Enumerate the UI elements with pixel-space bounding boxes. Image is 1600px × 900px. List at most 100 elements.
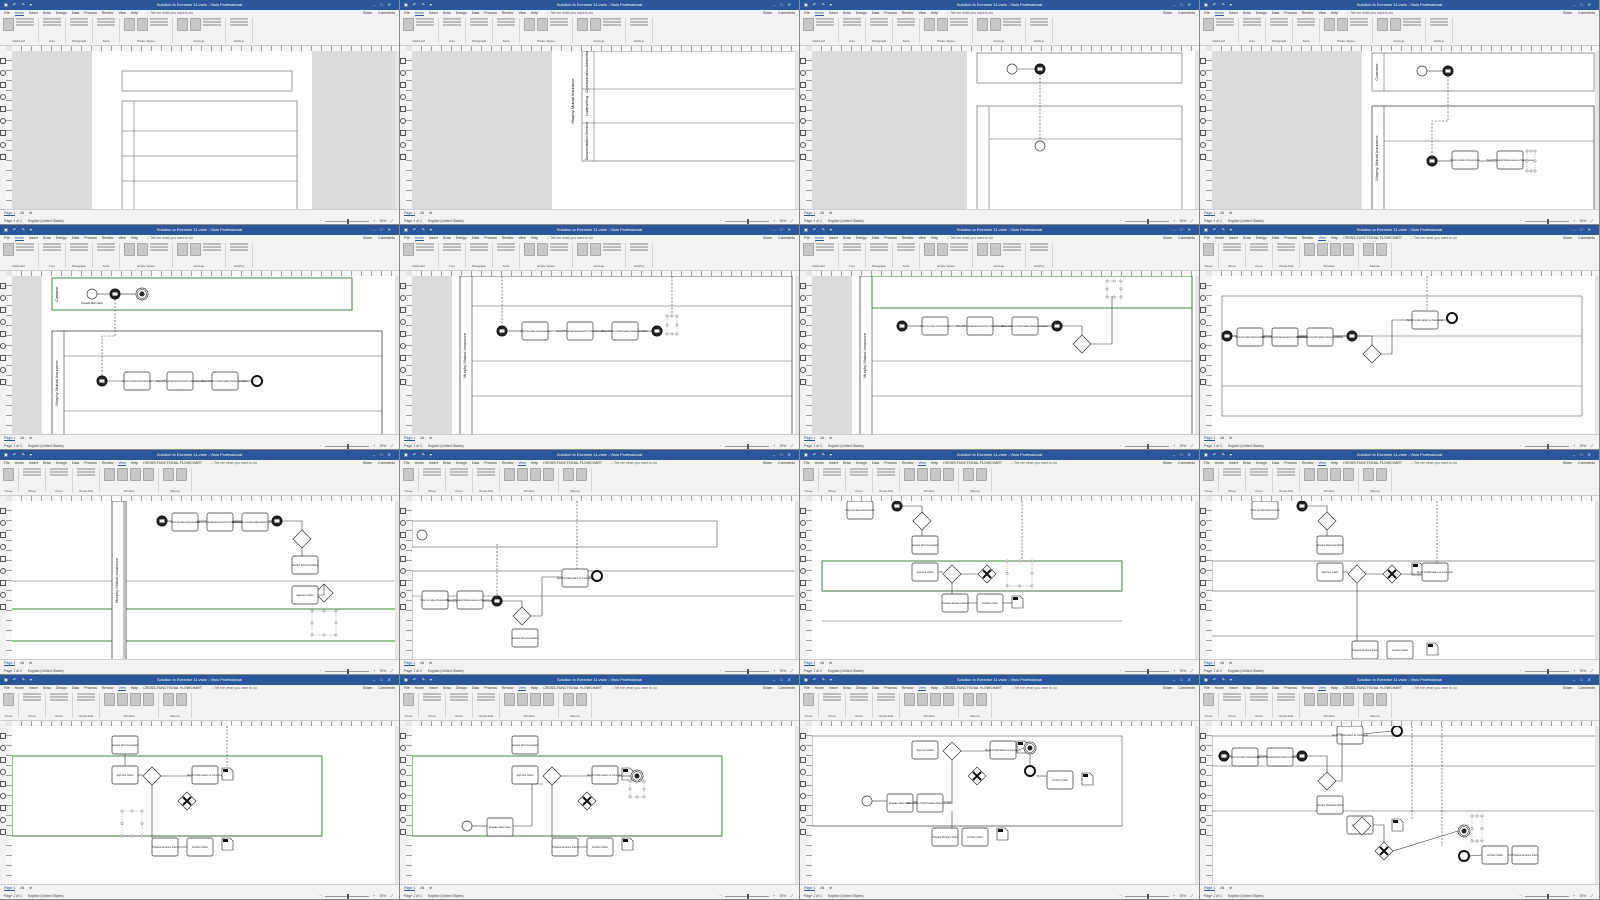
ribbon-small-button[interactable] [203, 246, 221, 248]
window-controls[interactable]: –□✕ [373, 450, 396, 460]
comments-button[interactable]: Comments [1578, 460, 1595, 466]
share-button[interactable]: Share [763, 460, 772, 466]
ribbon-tab-data[interactable]: Data [872, 235, 879, 241]
ribbon-small-button[interactable] [50, 699, 68, 701]
page-tab[interactable]: Page-1 [1204, 886, 1216, 891]
bpmn-diagram[interactable] [812, 51, 1195, 210]
start-event[interactable] [416, 529, 428, 541]
ribbon-tab-design[interactable]: Design [456, 685, 467, 691]
ribbon-button[interactable] [943, 468, 954, 481]
zoom-slider[interactable] [1525, 218, 1570, 224]
ribbon-tab-draw[interactable]: Draw [43, 460, 51, 466]
page-tab[interactable]: Page-1 [1204, 436, 1216, 441]
ribbon-button[interactable] [190, 243, 201, 256]
ribbon-button[interactable] [3, 468, 14, 481]
ribbon-small-button[interactable] [850, 474, 868, 476]
ribbon-button[interactable] [924, 18, 935, 31]
ribbon-tab-draw[interactable]: Draw [443, 685, 451, 691]
ribbon-button[interactable] [1330, 693, 1341, 706]
ribbon-button[interactable] [977, 243, 988, 256]
zoom-slider[interactable] [1525, 443, 1570, 449]
start-event[interactable] [1416, 65, 1428, 77]
tell-me-search[interactable]: ⌕ Tell me what you want to do [147, 235, 193, 241]
tell-me-search[interactable]: ⌕ Tell me what you want to do [211, 685, 257, 691]
comments-button[interactable]: Comments [778, 235, 795, 241]
ribbon-button[interactable] [904, 468, 915, 481]
ribbon-small-button[interactable] [450, 471, 468, 473]
ribbon-tab-review[interactable]: Review [902, 460, 913, 466]
ribbon-tab-design[interactable]: Design [56, 10, 67, 16]
ribbon-tab-design[interactable]: Design [56, 685, 67, 691]
ribbon-button[interactable] [590, 18, 601, 31]
all-pages-tab[interactable]: All [420, 661, 424, 666]
ribbon-tab-insert[interactable]: Insert [29, 460, 38, 466]
ribbon-small-button[interactable] [1003, 21, 1021, 23]
ribbon-button[interactable] [124, 243, 135, 256]
ribbon-button[interactable] [124, 18, 135, 31]
add-page-button[interactable]: ⊕ [829, 211, 832, 216]
ribbon-small-button[interactable] [1277, 468, 1295, 470]
drawing-canvas[interactable]: Scan & Index Documents Send Physical Docu… [1212, 726, 1595, 885]
ribbon-button[interactable] [977, 18, 988, 31]
share-button[interactable]: Share [1563, 460, 1572, 466]
ribbon-small-button[interactable] [50, 468, 68, 470]
tell-me-search[interactable]: ⌕ Tell me what you want to do [147, 10, 193, 16]
ribbon-small-button[interactable] [97, 243, 115, 245]
all-pages-tab[interactable]: All [820, 211, 824, 216]
ribbon-tab-insert[interactable]: Insert [829, 685, 838, 691]
share-button[interactable]: Share [1563, 235, 1572, 241]
share-button[interactable]: Share [763, 685, 772, 691]
ribbon-small-button[interactable] [850, 699, 868, 701]
comments-button[interactable]: Comments [378, 685, 395, 691]
ribbon-tab-design[interactable]: Design [856, 10, 867, 16]
fit-page-icon[interactable]: ⤢ [1590, 219, 1593, 223]
ribbon-small-button[interactable] [870, 18, 888, 20]
zoom-out-button[interactable]: − [319, 669, 321, 673]
ribbon-button[interactable] [190, 18, 201, 31]
page-tab[interactable]: Page-1 [1204, 211, 1216, 216]
ribbon-button[interactable] [1363, 468, 1374, 481]
bpmn-diagram[interactable]: Scan & Index DocumentsSend Physical Docu… [1212, 726, 1595, 885]
zoom-slider[interactable] [725, 668, 770, 674]
ribbon-small-button[interactable] [1277, 699, 1295, 701]
ribbon-small-button[interactable] [950, 246, 968, 248]
ribbon-small-button[interactable] [877, 696, 895, 698]
ribbon-tab-home[interactable]: Home [814, 235, 824, 241]
all-pages-tab[interactable]: All [1220, 886, 1224, 891]
ribbon-small-button[interactable] [150, 243, 168, 245]
ribbon-tab-view[interactable]: View [518, 685, 526, 691]
ribbon-tab-process[interactable]: Process [1284, 685, 1297, 691]
ribbon-tab-home[interactable]: Home [1215, 460, 1224, 466]
end-event[interactable] [1024, 765, 1036, 777]
share-button[interactable]: Share [763, 10, 772, 16]
ribbon-small-button[interactable] [550, 21, 568, 23]
zoom-out-button[interactable]: − [319, 444, 321, 448]
share-button[interactable]: Share [1163, 10, 1172, 16]
ribbon-tab-help[interactable]: Help [931, 235, 938, 241]
ribbon-small-button[interactable] [203, 21, 221, 23]
ribbon-button[interactable] [1377, 18, 1388, 31]
drawing-canvas[interactable]: Review Documentation Approve Claim Send Co… [412, 726, 795, 885]
fit-page-icon[interactable]: ⤢ [390, 219, 393, 223]
ribbon-small-button[interactable] [470, 246, 488, 248]
ribbon-small-button[interactable] [150, 24, 168, 26]
ribbon-small-button[interactable] [1277, 474, 1295, 476]
fit-page-icon[interactable]: ⤢ [1190, 444, 1193, 448]
ribbon-tab-file[interactable]: File [4, 235, 10, 241]
fit-page-icon[interactable]: ⤢ [1590, 894, 1593, 898]
ribbon-small-button[interactable] [16, 21, 34, 23]
zoom-slider[interactable] [725, 218, 770, 224]
ribbon-small-button[interactable] [1350, 18, 1368, 20]
ribbon-button[interactable] [577, 243, 588, 256]
ribbon-button[interactable] [803, 693, 814, 706]
window-controls[interactable]: –□✕ [1173, 225, 1196, 235]
ribbon-small-button[interactable] [1003, 246, 1021, 248]
ribbon-tab-file[interactable]: File [4, 10, 10, 16]
ribbon-tab-draw[interactable]: Draw [1243, 235, 1251, 241]
ribbon-tab-help[interactable]: Help [131, 235, 138, 241]
drawing-canvas[interactable]: Approve Claim Send Confirmation to Custom… [812, 726, 1195, 885]
zoom-in-button[interactable]: + [1573, 894, 1575, 898]
add-page-button[interactable]: ⊕ [29, 886, 32, 891]
ribbon-small-button[interactable] [443, 246, 461, 248]
drawing-canvas[interactable]: Murphy Mutual Insurance Scan & Index Docu… [812, 276, 1195, 435]
